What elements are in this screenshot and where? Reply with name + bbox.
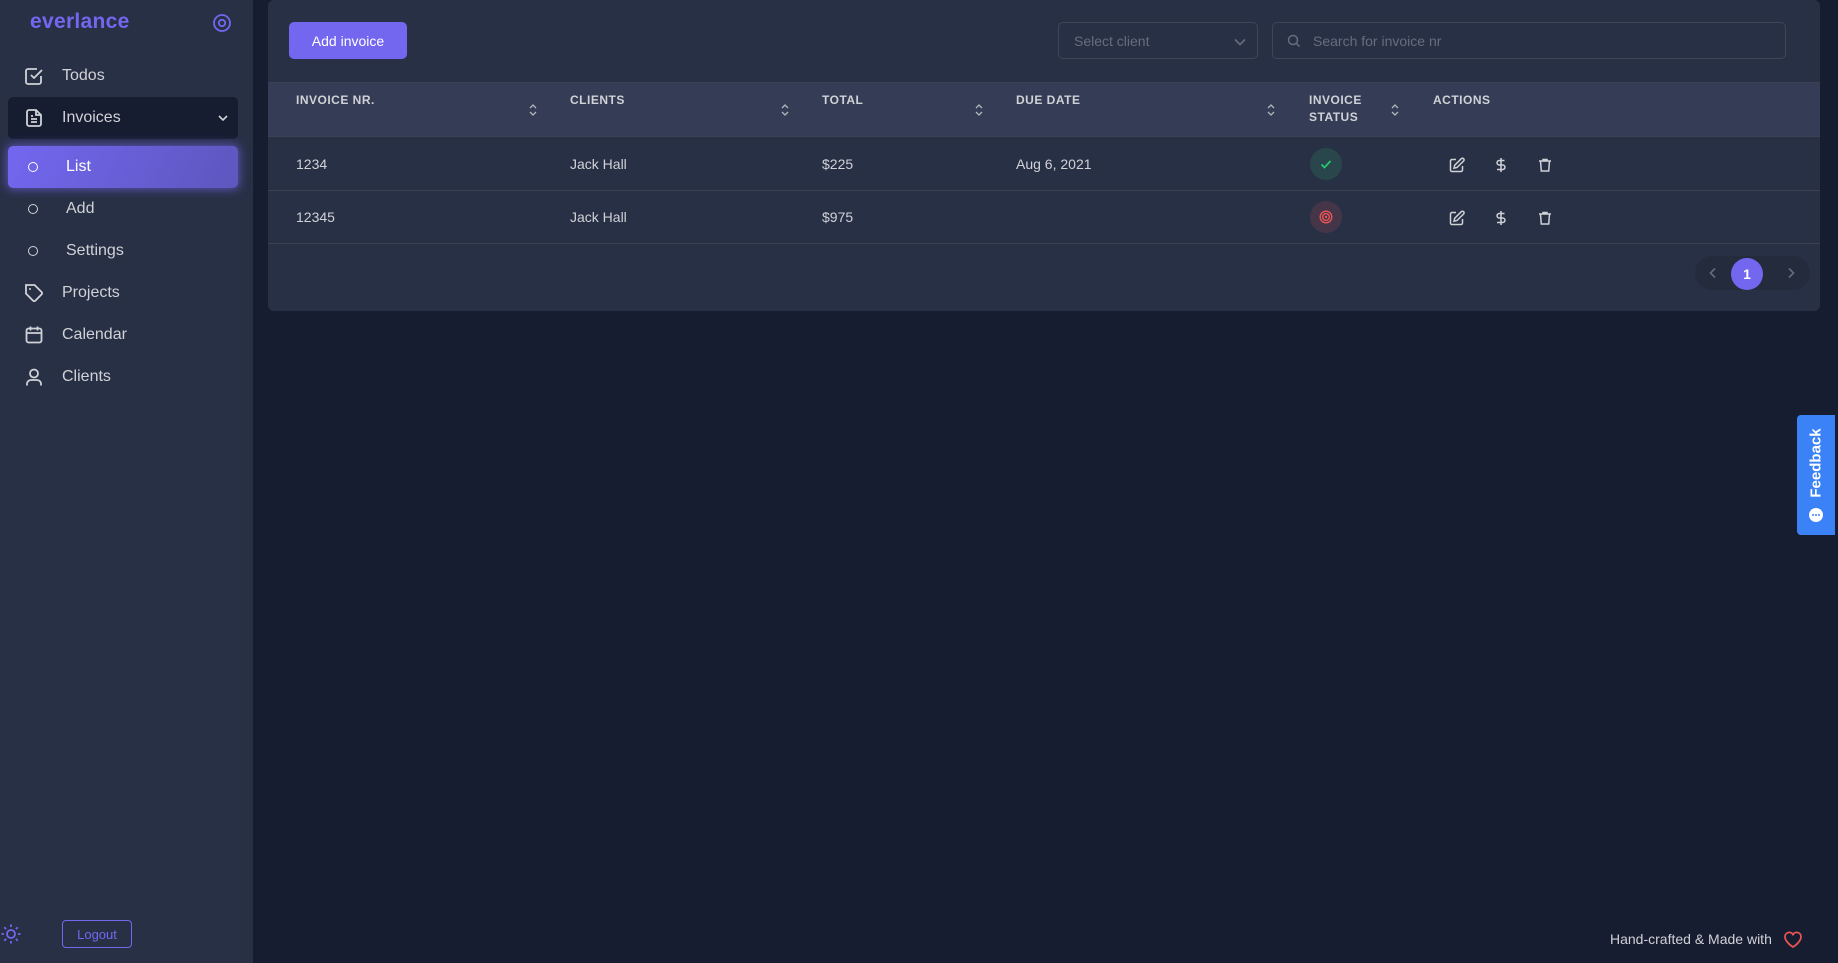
sidebar: everlance Todos Invoices List Add Settin… bbox=[0, 0, 253, 963]
circle-icon bbox=[28, 162, 38, 172]
sidebar-item-label: Projects bbox=[62, 284, 120, 301]
client-name: Jack Hall bbox=[570, 156, 627, 172]
feedback-tab[interactable]: Feedback bbox=[1797, 415, 1835, 535]
sort-icon[interactable] bbox=[974, 102, 984, 118]
sort-icon[interactable] bbox=[780, 102, 790, 118]
invoice-total: $975 bbox=[822, 209, 854, 225]
sort-icon[interactable] bbox=[1390, 102, 1400, 118]
table-row: 1234 Jack Hall $225 Aug 6, 2021 bbox=[268, 138, 1820, 191]
column-header-invoice-nr[interactable]: INVOICE NR. bbox=[296, 92, 375, 109]
client-name: Jack Hall bbox=[570, 209, 627, 225]
sun-icon[interactable] bbox=[0, 923, 22, 945]
add-invoice-button[interactable]: Add invoice bbox=[289, 22, 407, 59]
brand-logo[interactable]: everlance bbox=[30, 10, 130, 34]
sidebar-item-projects[interactable]: Projects bbox=[8, 272, 238, 314]
column-header-invoice-status[interactable]: INVOICE STATUS bbox=[1309, 92, 1362, 126]
due-date: Aug 6, 2021 bbox=[1016, 156, 1092, 172]
status-badge-paid bbox=[1310, 148, 1342, 180]
search-input[interactable] bbox=[1313, 32, 1773, 49]
chevron-left-icon[interactable] bbox=[1705, 265, 1721, 281]
target-icon bbox=[1319, 210, 1333, 224]
sidebar-item-invoices[interactable]: Invoices bbox=[8, 97, 238, 139]
status-badge-draft bbox=[1310, 201, 1342, 233]
sort-icon[interactable] bbox=[1266, 102, 1276, 118]
feedback-label: Feedback bbox=[1807, 428, 1825, 498]
circle-icon bbox=[28, 246, 38, 256]
dollar-icon[interactable] bbox=[1491, 208, 1511, 228]
column-header-due-date[interactable]: DUE DATE bbox=[1016, 92, 1080, 109]
client-select-placeholder: Select client bbox=[1074, 32, 1150, 49]
page-number-current[interactable]: 1 bbox=[1731, 258, 1763, 290]
invoice-number[interactable]: 12345 bbox=[296, 209, 335, 225]
edit-icon[interactable] bbox=[1447, 155, 1467, 175]
logout-button[interactable]: Logout bbox=[62, 920, 132, 948]
dollar-icon[interactable] bbox=[1491, 155, 1511, 175]
invoice-total: $225 bbox=[822, 156, 854, 172]
sidebar-item-label: Add bbox=[66, 200, 95, 217]
pagination: 1 bbox=[1695, 256, 1810, 290]
sidebar-item-label: Todos bbox=[62, 67, 105, 84]
trash-icon[interactable] bbox=[1535, 155, 1555, 175]
invoice-list-card: Add invoice Select client INVOICE NR. CL… bbox=[268, 0, 1820, 311]
footer-text: Hand-crafted & Made with bbox=[1610, 931, 1772, 947]
sidebar-item-settings[interactable]: Settings bbox=[8, 230, 238, 272]
chevron-down-icon bbox=[1234, 38, 1246, 46]
collapse-toggle-icon[interactable] bbox=[212, 13, 232, 33]
sidebar-item-label: Settings bbox=[66, 242, 124, 259]
table-header: INVOICE NR. CLIENTS TOTAL DUE DATE INVOI… bbox=[268, 82, 1820, 137]
user-icon bbox=[24, 367, 44, 387]
tag-icon bbox=[24, 283, 44, 303]
file-text-icon bbox=[24, 108, 44, 128]
sidebar-item-label: Invoices bbox=[62, 109, 121, 126]
column-header-actions: ACTIONS bbox=[1433, 93, 1491, 107]
edit-icon[interactable] bbox=[1447, 208, 1467, 228]
calendar-icon bbox=[24, 325, 44, 345]
search-icon bbox=[1287, 34, 1301, 47]
column-header-clients[interactable]: CLIENTS bbox=[570, 92, 625, 109]
column-header-invoice-status-line2: STATUS bbox=[1309, 110, 1359, 124]
sidebar-item-list[interactable]: List bbox=[8, 146, 238, 188]
sidebar-item-label: Clients bbox=[62, 368, 111, 385]
column-header-invoice-status-line1: INVOICE bbox=[1309, 93, 1362, 107]
heart-icon bbox=[1783, 931, 1802, 949]
trash-icon[interactable] bbox=[1535, 208, 1555, 228]
chevron-down-icon bbox=[218, 115, 228, 122]
sidebar-item-label: Calendar bbox=[62, 326, 127, 343]
invoice-number[interactable]: 1234 bbox=[296, 156, 327, 172]
chevron-right-icon[interactable] bbox=[1783, 265, 1799, 281]
sidebar-item-add[interactable]: Add bbox=[8, 188, 238, 230]
client-select[interactable]: Select client bbox=[1058, 22, 1258, 59]
table-row: 12345 Jack Hall $975 bbox=[268, 191, 1820, 244]
sidebar-item-calendar[interactable]: Calendar bbox=[8, 314, 238, 356]
sidebar-item-todos[interactable]: Todos bbox=[8, 55, 238, 97]
footer: Hand-crafted & Made with bbox=[1610, 928, 1804, 950]
column-header-total[interactable]: TOTAL bbox=[822, 92, 863, 109]
sort-icon[interactable] bbox=[528, 102, 538, 118]
invoice-search[interactable] bbox=[1272, 22, 1786, 59]
chat-icon bbox=[1809, 508, 1823, 522]
circle-icon bbox=[28, 204, 38, 214]
check-square-icon bbox=[24, 66, 44, 86]
sidebar-item-clients[interactable]: Clients bbox=[8, 356, 238, 398]
check-icon bbox=[1320, 160, 1332, 169]
sidebar-item-label: List bbox=[66, 158, 91, 175]
